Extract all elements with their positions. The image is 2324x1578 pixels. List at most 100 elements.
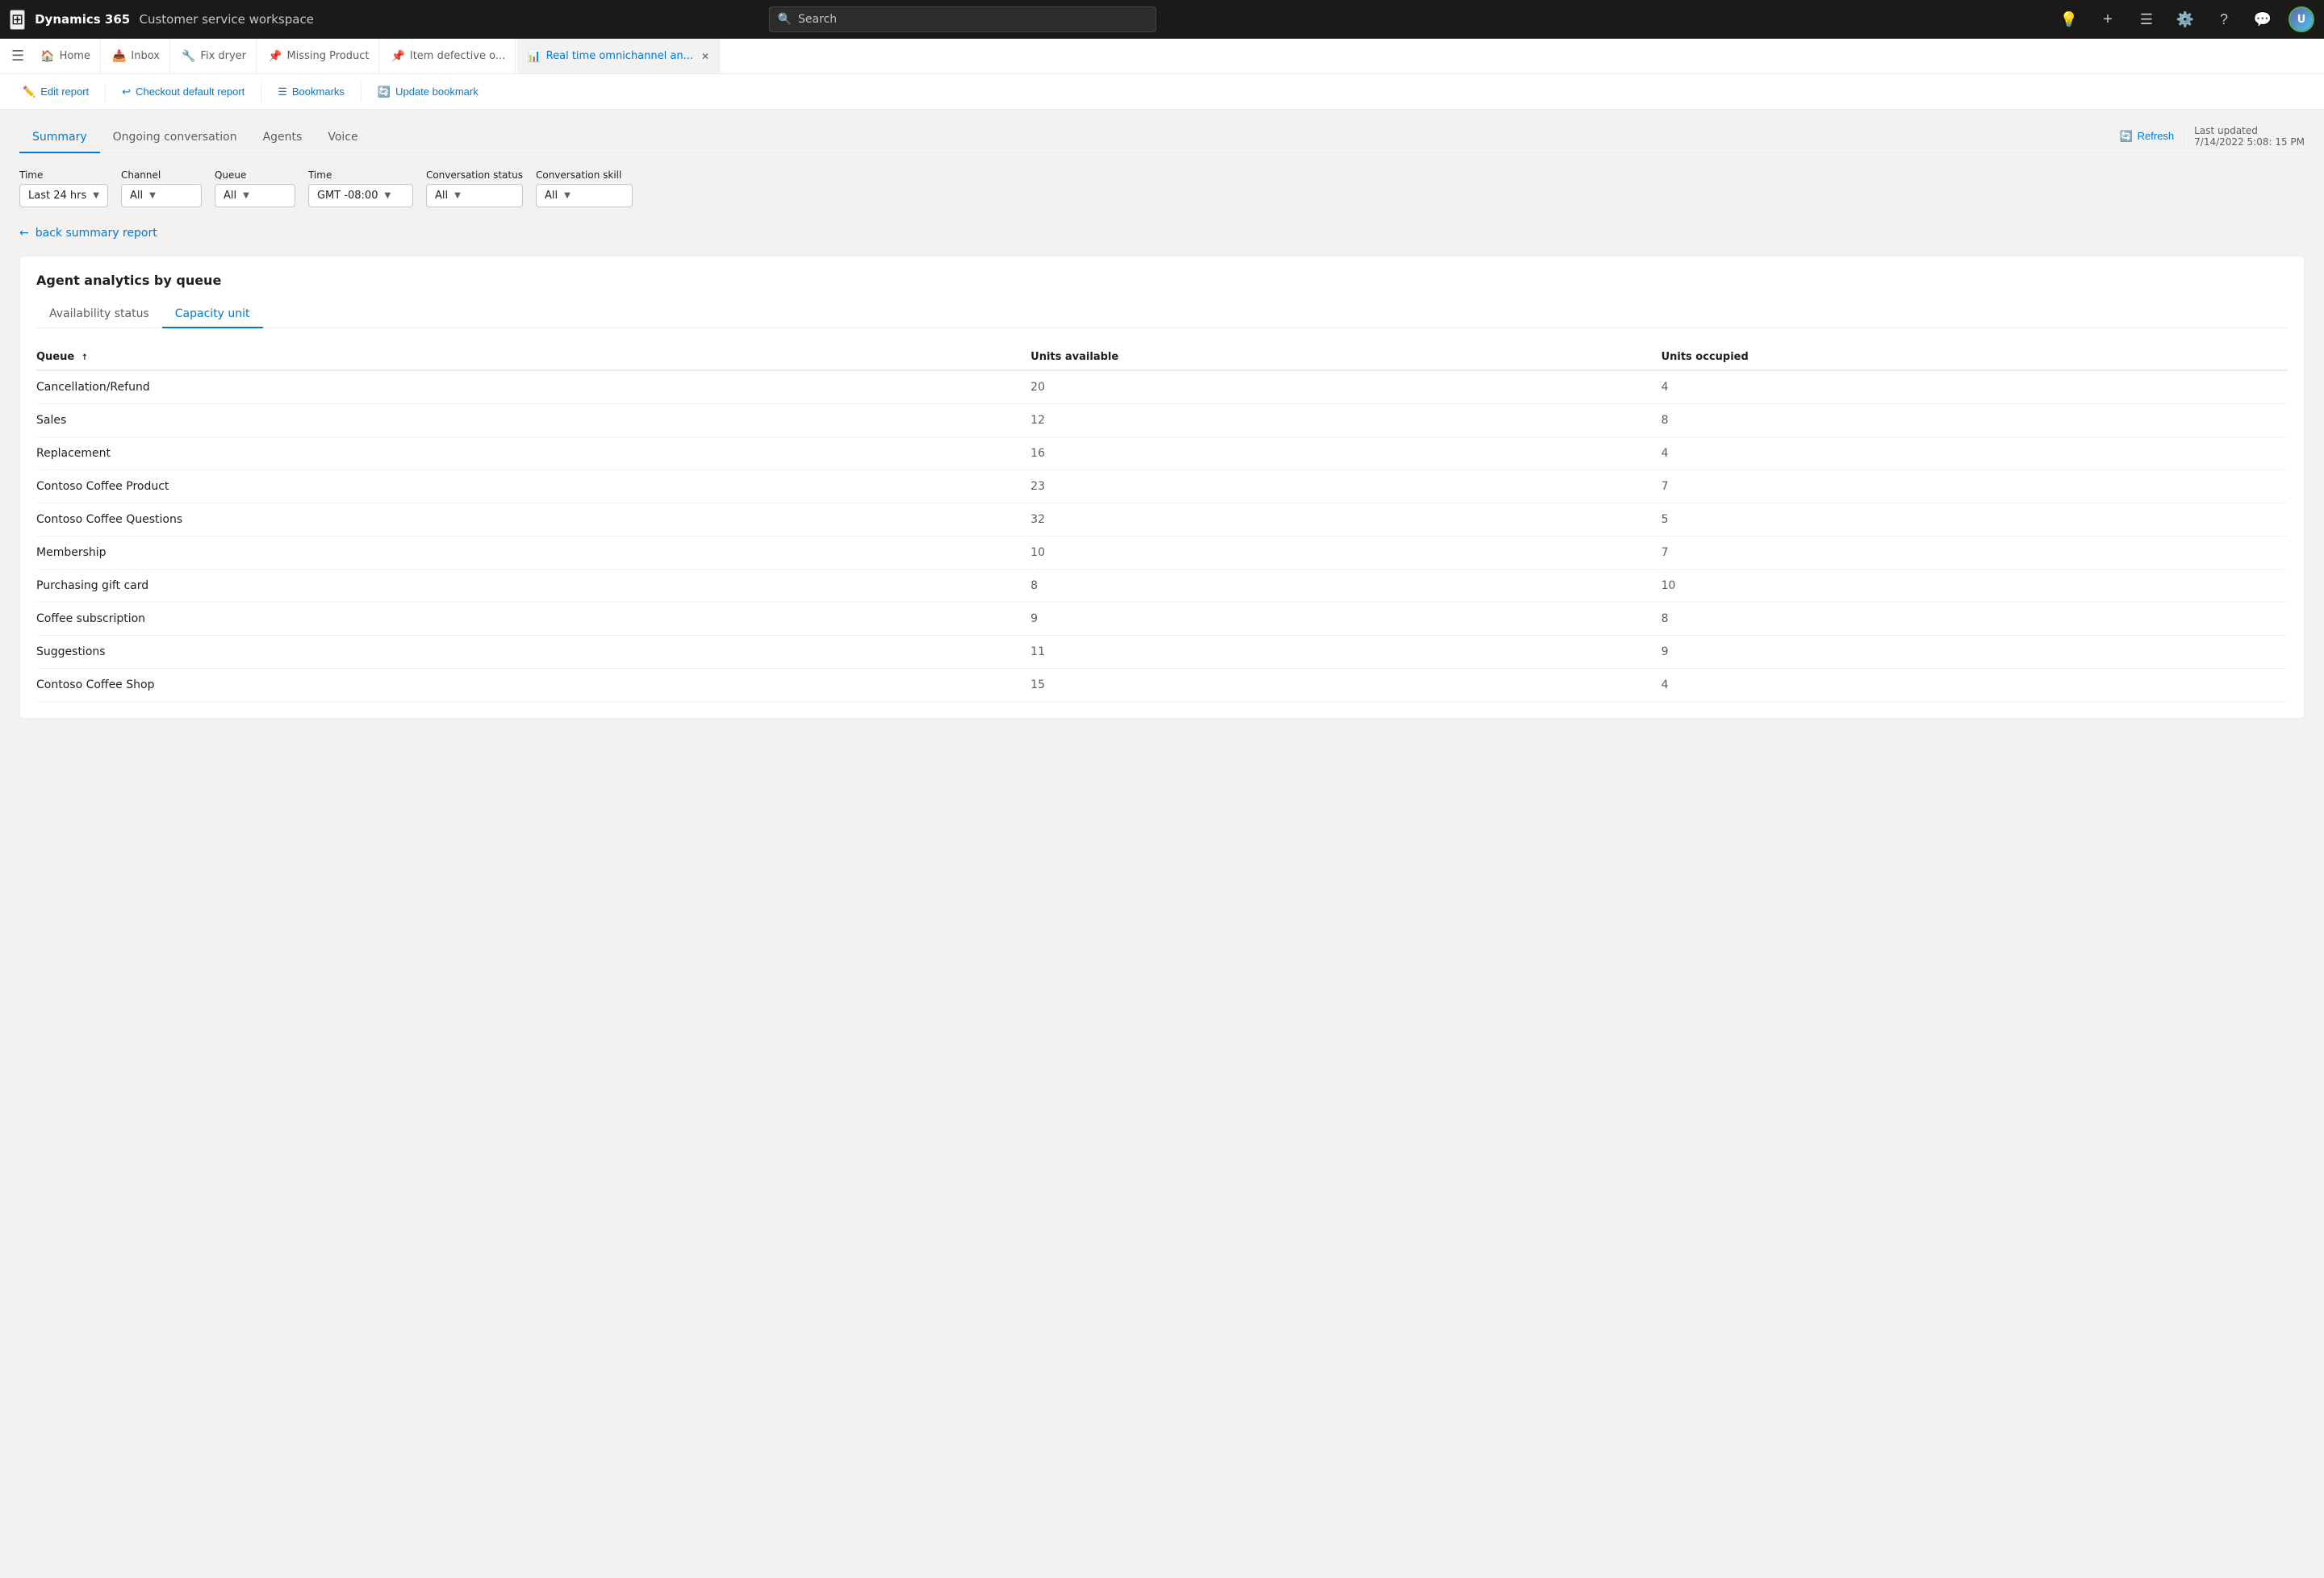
cell-units-available-3: 23 — [1030, 470, 1661, 503]
sidebar-icon[interactable]: ☰ — [2134, 6, 2159, 32]
cell-units-occupied-5: 7 — [1661, 536, 2288, 570]
back-arrow-icon: ← — [19, 227, 29, 240]
tab-item-defective[interactable]: 📌 Item defective o... — [381, 39, 516, 73]
filter-conv-skill-value: All — [545, 190, 558, 202]
help-icon[interactable]: ? — [2211, 6, 2237, 32]
app-title: Dynamics 365 Customer service workspace — [35, 12, 314, 27]
search-bar[interactable]: 🔍 Search — [769, 6, 1156, 32]
cell-queue-6: Purchasing gift card — [36, 570, 1030, 603]
filter-conv-skill: Conversation skill All ▼ — [536, 169, 633, 207]
edit-report-icon: ✏️ — [23, 86, 36, 98]
back-link-label: back summary report — [36, 227, 157, 240]
filter-conv-skill-label: Conversation skill — [536, 169, 633, 181]
tab-real-time-label: Real time omnichannel an... — [546, 50, 693, 62]
item-defective-icon: 📌 — [391, 50, 404, 63]
cell-units-occupied-7: 8 — [1661, 603, 2288, 636]
toolbar-separator-3 — [361, 82, 362, 102]
capacity-table: Queue ↑ Units available Units occupied C… — [36, 344, 2288, 702]
filter-channel: Channel All ▼ — [121, 169, 202, 207]
col-queue[interactable]: Queue ↑ — [36, 344, 1030, 370]
checkout-default-button[interactable]: ↩ Checkout default report — [112, 81, 254, 103]
col-units-occupied: Units occupied — [1661, 344, 2288, 370]
home-icon: 🏠 — [40, 50, 54, 63]
fix-dryer-icon: 🔧 — [182, 50, 195, 63]
tab-fix-dryer-label: Fix dryer — [200, 50, 246, 62]
subtab-agents[interactable]: Agents — [250, 123, 316, 153]
filter-conv-status-select[interactable]: All ▼ — [426, 184, 523, 207]
inner-tab-capacity[interactable]: Capacity unit — [162, 301, 263, 328]
plus-icon[interactable]: + — [2095, 6, 2121, 32]
table-row: Membership 10 7 — [36, 536, 2288, 570]
tab-missing-product-label: Missing Product — [286, 50, 369, 62]
subtab-voice[interactable]: Voice — [315, 123, 370, 153]
sub-tabs-right: 🔄 Refresh Last updated 7/14/2022 5:08: 1… — [2119, 124, 2305, 152]
bookmarks-label: Bookmarks — [292, 86, 345, 98]
update-bookmark-label: Update bookmark — [395, 86, 479, 98]
cell-units-available-7: 9 — [1030, 603, 1661, 636]
cell-queue-0: Cancellation/Refund — [36, 370, 1030, 404]
tab-inbox[interactable]: 📥 Inbox — [102, 39, 170, 73]
nav-hamburger[interactable]: ☰ — [6, 43, 29, 69]
update-bookmark-icon: 🔄 — [378, 86, 391, 98]
tab-real-time[interactable]: 📊 Real time omnichannel an... ✕ — [517, 39, 720, 73]
filter-queue-select[interactable]: All ▼ — [215, 184, 295, 207]
subtab-agents-label: Agents — [263, 131, 303, 144]
inner-tab-capacity-label: Capacity unit — [175, 307, 250, 320]
filter-channel-label: Channel — [121, 169, 202, 181]
chat-icon[interactable]: 💬 — [2250, 6, 2276, 32]
table-row: Sales 12 8 — [36, 404, 2288, 437]
filter-channel-select[interactable]: All ▼ — [121, 184, 202, 207]
toolbar: ✏️ Edit report ↩ Checkout default report… — [0, 74, 2324, 110]
back-link[interactable]: ← back summary report — [19, 227, 2305, 240]
filter-time2-value: GMT -08:00 — [317, 190, 378, 202]
filter-conv-status-chevron: ▼ — [454, 191, 461, 200]
subtab-summary[interactable]: Summary — [19, 123, 100, 153]
card-title: Agent analytics by queue — [36, 273, 2288, 288]
cell-queue-3: Contoso Coffee Product — [36, 470, 1030, 503]
inner-tab-availability-label: Availability status — [49, 307, 149, 320]
inner-tabs: Availability status Capacity unit — [36, 301, 2288, 328]
filter-queue: Queue All ▼ — [215, 169, 295, 207]
waffle-menu-button[interactable]: ⊞ — [10, 10, 25, 30]
toolbar-separator-1 — [105, 82, 106, 102]
subtab-voice-label: Voice — [328, 131, 357, 144]
update-bookmark-button[interactable]: 🔄 Update bookmark — [368, 81, 488, 103]
tab-inbox-label: Inbox — [131, 50, 160, 62]
inbox-icon: 📥 — [112, 50, 126, 63]
search-placeholder: Search — [798, 13, 837, 26]
cell-units-available-9: 15 — [1030, 669, 1661, 702]
sub-tabs: Summary Ongoing conversation Agents Voic… — [19, 123, 2305, 153]
filter-conv-skill-select[interactable]: All ▼ — [536, 184, 633, 207]
table-row: Contoso Coffee Product 23 7 — [36, 470, 2288, 503]
cell-queue-7: Coffee subscription — [36, 603, 1030, 636]
lightbulb-icon[interactable]: 💡 — [2056, 6, 2082, 32]
cell-units-occupied-2: 4 — [1661, 437, 2288, 470]
filter-conv-status-label: Conversation status — [426, 169, 523, 181]
cell-queue-8: Suggestions — [36, 636, 1030, 669]
user-avatar[interactable]: U — [2288, 6, 2314, 32]
table-body: Cancellation/Refund 20 4 Sales 12 8 Repl… — [36, 370, 2288, 702]
settings-icon[interactable]: ⚙️ — [2172, 6, 2198, 32]
cell-units-available-2: 16 — [1030, 437, 1661, 470]
bookmarks-button[interactable]: ☰ Bookmarks — [268, 81, 354, 103]
last-updated-time: 7/14/2022 5:08: 15 PM — [2194, 136, 2305, 148]
missing-product-icon: 📌 — [268, 50, 282, 63]
inner-tab-availability[interactable]: Availability status — [36, 301, 162, 328]
subtab-ongoing[interactable]: Ongoing conversation — [100, 123, 250, 153]
cell-queue-2: Replacement — [36, 437, 1030, 470]
table-row: Purchasing gift card 8 10 — [36, 570, 2288, 603]
tab-home[interactable]: 🏠 Home — [31, 39, 101, 73]
refresh-label: Refresh — [2138, 130, 2175, 142]
cell-queue-9: Contoso Coffee Shop — [36, 669, 1030, 702]
edit-report-button[interactable]: ✏️ Edit report — [13, 81, 98, 103]
top-nav-icons: 💡 + ☰ ⚙️ ? 💬 U — [2056, 6, 2314, 32]
filter-time1-select[interactable]: Last 24 hrs ▼ — [19, 184, 108, 207]
refresh-button[interactable]: 🔄 Refresh — [2119, 130, 2174, 143]
checkout-icon: ↩ — [122, 86, 131, 98]
table-row: Coffee subscription 9 8 — [36, 603, 2288, 636]
col-units-available-label: Units available — [1030, 351, 1118, 363]
tab-real-time-close[interactable]: ✕ — [701, 51, 709, 62]
filter-time2-select[interactable]: GMT -08:00 ▼ — [308, 184, 413, 207]
tab-missing-product[interactable]: 📌 Missing Product — [258, 39, 379, 73]
tab-fix-dryer[interactable]: 🔧 Fix dryer — [172, 39, 257, 73]
